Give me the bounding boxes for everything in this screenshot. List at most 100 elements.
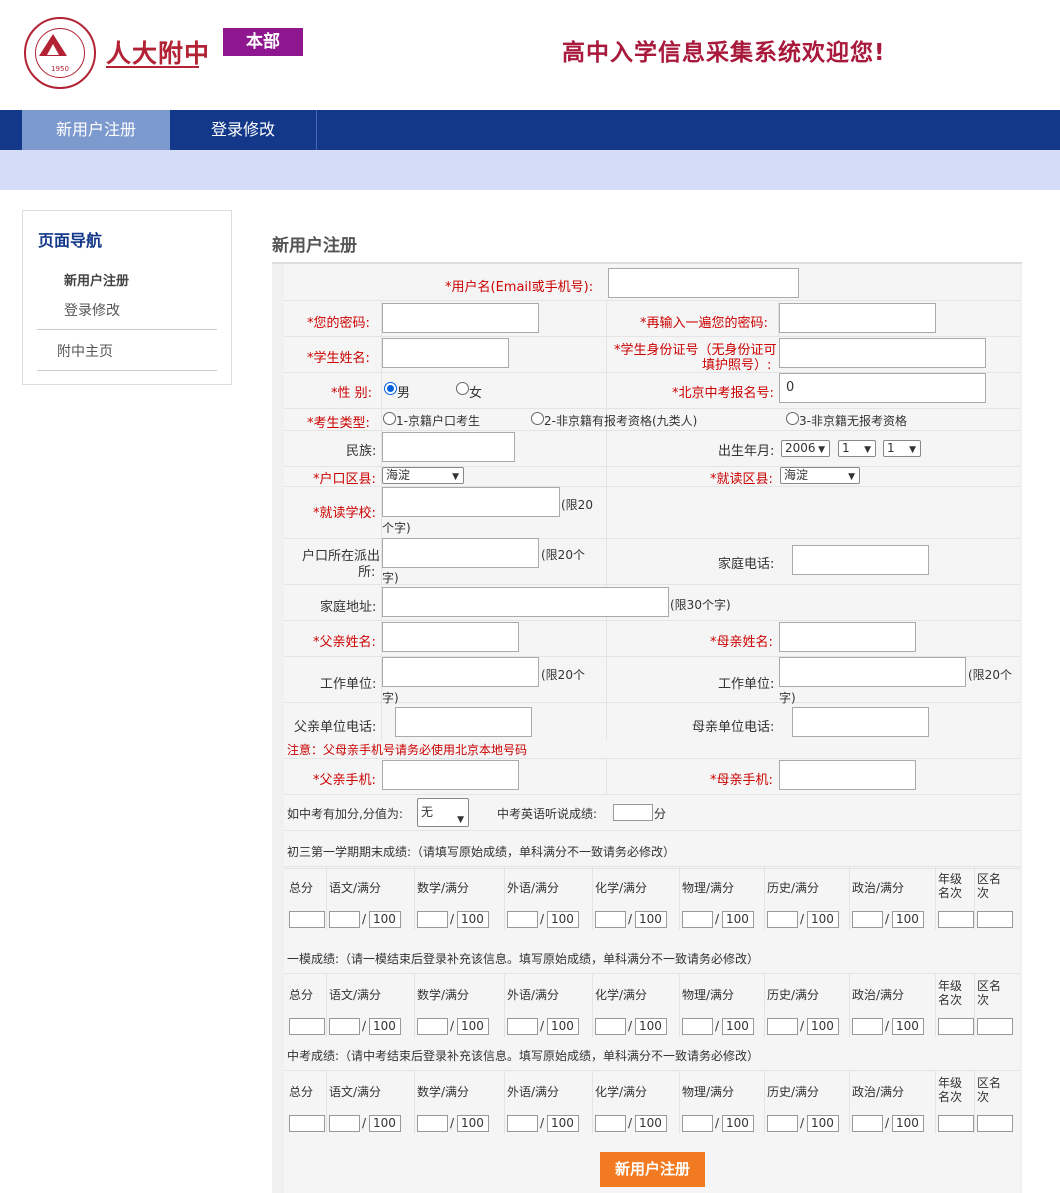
subject-score-input[interactable] xyxy=(417,911,448,928)
full-mark-input[interactable]: 100 xyxy=(635,1018,667,1035)
type-3-radio[interactable] xyxy=(786,412,799,425)
grade-rank-input[interactable] xyxy=(938,911,974,928)
full-mark-input[interactable]: 100 xyxy=(807,1018,839,1035)
grade-rank-input[interactable] xyxy=(938,1018,974,1035)
student-name-input[interactable] xyxy=(382,338,509,368)
sidebar-link-home[interactable]: 附中主页 xyxy=(57,341,113,361)
district-rank-input[interactable] xyxy=(977,911,1013,928)
full-mark-input[interactable]: 100 xyxy=(892,1115,924,1132)
subject-score-input[interactable] xyxy=(329,1115,360,1132)
subject-score-input[interactable] xyxy=(417,1018,448,1035)
gender-label: *性 别: xyxy=(331,386,373,401)
full-mark-input[interactable]: 100 xyxy=(369,911,401,928)
home-phone-input[interactable] xyxy=(792,545,929,575)
listening-input[interactable] xyxy=(613,804,653,821)
password-input[interactable] xyxy=(382,303,539,333)
register-submit-button[interactable]: 新用户注册 xyxy=(600,1152,705,1187)
total-score-input[interactable] xyxy=(289,1115,325,1132)
subject-score-input[interactable] xyxy=(595,1018,626,1035)
username-input[interactable] xyxy=(608,268,799,298)
subject-score-input[interactable] xyxy=(329,911,360,928)
full-mark-input[interactable]: 100 xyxy=(892,911,924,928)
score-column-header: 政治/满分 xyxy=(852,881,905,895)
full-mark-input[interactable]: 100 xyxy=(722,1115,754,1132)
father-mobile-label: *父亲手机: xyxy=(313,773,376,788)
subject-score-input[interactable] xyxy=(852,1115,883,1132)
school-district-select[interactable]: 海淀 ▼ xyxy=(780,467,860,484)
hukou-district-label: *户口区县: xyxy=(313,472,376,487)
school-input[interactable] xyxy=(382,487,560,517)
subject-score-input[interactable] xyxy=(507,1115,538,1132)
birth-month-select[interactable]: 1 ▼ xyxy=(838,440,876,457)
nation-input[interactable] xyxy=(382,432,515,462)
slash-separator: / xyxy=(362,1019,367,1033)
police-station-input[interactable] xyxy=(382,538,539,568)
total-score-input[interactable] xyxy=(289,1018,325,1035)
subject-score-input[interactable] xyxy=(329,1018,360,1035)
full-mark-input[interactable]: 100 xyxy=(892,1018,924,1035)
district-rank-input[interactable] xyxy=(977,1115,1013,1132)
total-score-input[interactable] xyxy=(289,911,325,928)
score-column-header: 年级名次 xyxy=(938,872,963,900)
subject-score-input[interactable] xyxy=(595,1115,626,1132)
mother-name-input[interactable] xyxy=(779,622,916,652)
father-mobile-input[interactable] xyxy=(382,760,519,790)
subject-score-input[interactable] xyxy=(682,1018,713,1035)
father-work-input[interactable] xyxy=(382,657,539,687)
subject-score-input[interactable] xyxy=(852,911,883,928)
mother-work-phone-input[interactable] xyxy=(792,707,929,737)
full-mark-input[interactable]: 100 xyxy=(457,911,489,928)
sidebar-link-login[interactable]: 登录修改 xyxy=(64,300,120,320)
score-column-header: 外语/满分 xyxy=(507,988,560,1002)
full-mark-input[interactable]: 100 xyxy=(807,911,839,928)
father-name-input[interactable] xyxy=(382,622,519,652)
full-mark-input[interactable]: 100 xyxy=(369,1018,401,1035)
slash-separator: / xyxy=(450,1019,455,1033)
subject-score-input[interactable] xyxy=(767,911,798,928)
full-mark-input[interactable]: 100 xyxy=(635,911,667,928)
full-mark-input[interactable]: 100 xyxy=(457,1018,489,1035)
sidebar-link-register[interactable]: 新用户注册 xyxy=(64,270,129,289)
full-mark-input[interactable]: 100 xyxy=(635,1115,667,1132)
full-mark-input[interactable]: 100 xyxy=(807,1115,839,1132)
subject-score-input[interactable] xyxy=(852,1018,883,1035)
gender-female-radio[interactable] xyxy=(456,382,469,395)
nav-tab-register[interactable]: 新用户注册 xyxy=(22,110,170,150)
score-column-header: 历史/满分 xyxy=(767,881,820,895)
full-mark-input[interactable]: 100 xyxy=(547,1115,579,1132)
father-work-phone-input[interactable] xyxy=(395,707,532,737)
grade-rank-input[interactable] xyxy=(938,1115,974,1132)
mother-work-input[interactable] xyxy=(779,657,966,687)
score-column-header: 化学/满分 xyxy=(595,881,648,895)
subject-score-input[interactable] xyxy=(417,1115,448,1132)
full-mark-input[interactable]: 100 xyxy=(722,1018,754,1035)
exam-no-input[interactable]: 0 xyxy=(779,373,986,403)
type-2-radio[interactable] xyxy=(531,412,544,425)
full-mark-input[interactable]: 100 xyxy=(457,1115,489,1132)
subject-score-input[interactable] xyxy=(507,911,538,928)
bonus-select[interactable]: 无 ▼ xyxy=(417,798,469,827)
home-phone-label: 家庭电话: xyxy=(718,557,775,572)
full-mark-input[interactable]: 100 xyxy=(547,911,579,928)
subject-score-input[interactable] xyxy=(595,911,626,928)
hukou-district-select[interactable]: 海淀 ▼ xyxy=(382,467,464,484)
id-card-input[interactable] xyxy=(779,338,986,368)
full-mark-input[interactable]: 100 xyxy=(369,1115,401,1132)
mother-mobile-input[interactable] xyxy=(779,760,916,790)
password-confirm-input[interactable] xyxy=(779,303,936,333)
gender-male-radio[interactable] xyxy=(384,382,397,395)
subject-score-input[interactable] xyxy=(682,1115,713,1132)
subject-score-input[interactable] xyxy=(507,1018,538,1035)
birth-year-select[interactable]: 2006 ▼ xyxy=(781,440,830,457)
district-rank-input[interactable] xyxy=(977,1018,1013,1035)
nav-tab-login[interactable]: 登录修改 xyxy=(170,110,316,150)
slash-separator: / xyxy=(540,912,545,926)
full-mark-input[interactable]: 100 xyxy=(722,911,754,928)
subject-score-input[interactable] xyxy=(767,1018,798,1035)
subject-score-input[interactable] xyxy=(682,911,713,928)
type-1-radio[interactable] xyxy=(383,412,396,425)
subject-score-input[interactable] xyxy=(767,1115,798,1132)
address-input[interactable] xyxy=(382,587,669,617)
full-mark-input[interactable]: 100 xyxy=(547,1018,579,1035)
birth-day-select[interactable]: 1 ▼ xyxy=(883,440,921,457)
